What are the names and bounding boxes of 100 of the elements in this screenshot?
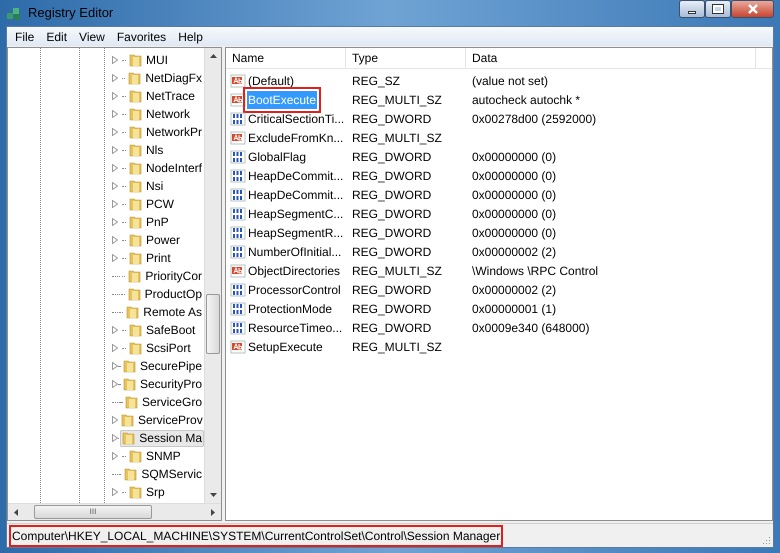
close-button[interactable]: [731, 0, 774, 18]
tree-item[interactable]: ServiceProv: [119, 412, 204, 428]
binary-value-icon: [230, 206, 246, 222]
expand-arrow-icon[interactable]: [112, 146, 118, 154]
value-type: REG_DWORD: [351, 244, 432, 260]
menu-item[interactable]: File: [9, 28, 40, 46]
folder-icon: [124, 394, 140, 410]
value-name[interactable]: ExcludeFromKn...: [247, 128, 344, 146]
menu-item[interactable]: Help: [172, 28, 209, 46]
value-type: REG_DWORD: [351, 206, 432, 222]
folder-icon: [128, 52, 144, 68]
folder-icon: [128, 142, 144, 158]
column-header[interactable]: Data: [466, 48, 756, 68]
expand-arrow-icon[interactable]: [112, 74, 118, 82]
horizontal-scrollbar[interactable]: III: [8, 503, 221, 520]
tree-item[interactable]: Print: [127, 250, 173, 266]
expand-arrow-icon[interactable]: [112, 56, 118, 64]
value-type: REG_DWORD: [351, 300, 432, 318]
value-name[interactable]: HeapSegmentC...: [247, 204, 344, 222]
expand-arrow-icon[interactable]: [112, 164, 118, 172]
folder-icon: [128, 106, 144, 122]
tree-item[interactable]: Nsi: [127, 178, 166, 194]
expand-arrow-icon[interactable]: [112, 218, 118, 226]
value-type: REG_MULTI_SZ: [351, 338, 443, 356]
tree-item[interactable]: PnP: [127, 214, 171, 230]
tree-item[interactable]: SNMP: [127, 448, 183, 464]
value-name[interactable]: HeapDeCommit...: [247, 186, 344, 204]
menu-item[interactable]: Edit: [40, 28, 74, 46]
expand-arrow-icon[interactable]: [112, 254, 118, 262]
expand-arrow-icon[interactable]: [112, 416, 118, 424]
expand-arrow-icon[interactable]: [112, 452, 118, 460]
folder-icon: [128, 214, 144, 230]
expand-arrow-icon[interactable]: [112, 236, 118, 244]
menu-item[interactable]: Favorites: [110, 28, 172, 46]
tree-item[interactable]: SecurePipe: [120, 358, 204, 374]
tree-item[interactable]: PCW: [127, 196, 176, 212]
value-name[interactable]: ObjectDirectories: [247, 262, 342, 280]
tree-item[interactable]: Nls: [127, 142, 166, 158]
tree-item[interactable]: NodeInterf: [126, 160, 204, 176]
tree-item[interactable]: NetDiagFx: [126, 70, 204, 86]
value-name[interactable]: (Default): [247, 72, 296, 90]
value-name[interactable]: HeapDeCommit...: [247, 166, 344, 184]
value-name[interactable]: ProcessorControl: [247, 280, 342, 298]
value-data: 0x00000002 (2): [471, 244, 556, 260]
expand-arrow-icon[interactable]: [112, 380, 118, 388]
expand-arrow-icon[interactable]: [112, 200, 118, 208]
value-type: REG_DWORD: [351, 224, 432, 242]
scrollbar-thumb[interactable]: [206, 294, 220, 354]
folder-icon: [128, 448, 144, 464]
expand-arrow-icon[interactable]: [112, 434, 118, 442]
value-data: 0x00000001 (1): [471, 300, 556, 318]
scrollbar-thumb[interactable]: III: [34, 505, 152, 519]
value-name[interactable]: SetupExecute: [247, 338, 324, 356]
column-header[interactable]: Type: [346, 48, 466, 68]
tree-item[interactable]: SecurityPro: [120, 376, 204, 392]
tree-item[interactable]: Session Ma: [120, 430, 204, 446]
value-name[interactable]: GlobalFlag: [247, 148, 308, 166]
value-type: REG_DWORD: [351, 320, 432, 336]
tree-item[interactable]: Network: [127, 106, 192, 122]
minimize-button[interactable]: [679, 0, 705, 18]
value-type: REG_DWORD: [351, 168, 432, 184]
tree-item[interactable]: SafeBoot: [127, 322, 198, 338]
vertical-scrollbar[interactable]: [204, 48, 221, 503]
expand-arrow-icon[interactable]: [112, 92, 118, 100]
expand-arrow-icon[interactable]: [112, 488, 118, 496]
binary-value-icon: [230, 320, 246, 336]
folder-icon: [120, 412, 136, 428]
tree-item[interactable]: SQMServic: [122, 466, 204, 482]
tree-item[interactable]: ProductOp: [126, 286, 204, 302]
string-value-icon: [230, 262, 246, 278]
value-name[interactable]: CriticalSectionTi...: [247, 110, 346, 128]
column-header[interactable]: Name: [226, 48, 346, 68]
maximize-button[interactable]: [705, 0, 731, 18]
menu-item[interactable]: View: [73, 28, 111, 46]
expand-arrow-icon[interactable]: [112, 128, 118, 136]
folder-icon: [128, 196, 144, 212]
tree-item[interactable]: ServiceGro: [122, 394, 204, 410]
tree-item[interactable]: ScsiPort: [127, 340, 193, 356]
expand-arrow-icon[interactable]: [112, 110, 118, 118]
value-name[interactable]: NumberOfInitial...: [247, 242, 342, 260]
expand-arrow-icon[interactable]: [112, 182, 118, 190]
value-name[interactable]: ResourceTimeo...: [247, 318, 344, 336]
value-data: 0x0009e340 (648000): [471, 320, 590, 336]
value-name[interactable]: ProtectionMode: [247, 300, 334, 318]
window-title: Registry Editor: [28, 4, 114, 22]
value-name[interactable]: HeapSegmentR...: [247, 224, 344, 242]
value-type: REG_DWORD: [351, 186, 432, 204]
tree-item[interactable]: NetworkPr: [126, 124, 204, 140]
tree-item[interactable]: Srp: [127, 484, 167, 500]
tree-item[interactable]: NetTrace: [127, 88, 197, 104]
folder-icon: [128, 178, 144, 194]
expand-arrow-icon[interactable]: [112, 326, 118, 334]
tree-item[interactable]: MUI: [127, 52, 170, 68]
expand-arrow-icon[interactable]: [112, 344, 118, 352]
tree-item[interactable]: Power: [127, 232, 182, 248]
tree-item[interactable]: PriorityCor: [126, 268, 204, 284]
tree-item[interactable]: Remote As: [124, 304, 204, 320]
expand-arrow-icon[interactable]: [112, 362, 118, 370]
folder-icon: [122, 376, 138, 392]
resize-grip-icon[interactable]: [761, 535, 771, 545]
